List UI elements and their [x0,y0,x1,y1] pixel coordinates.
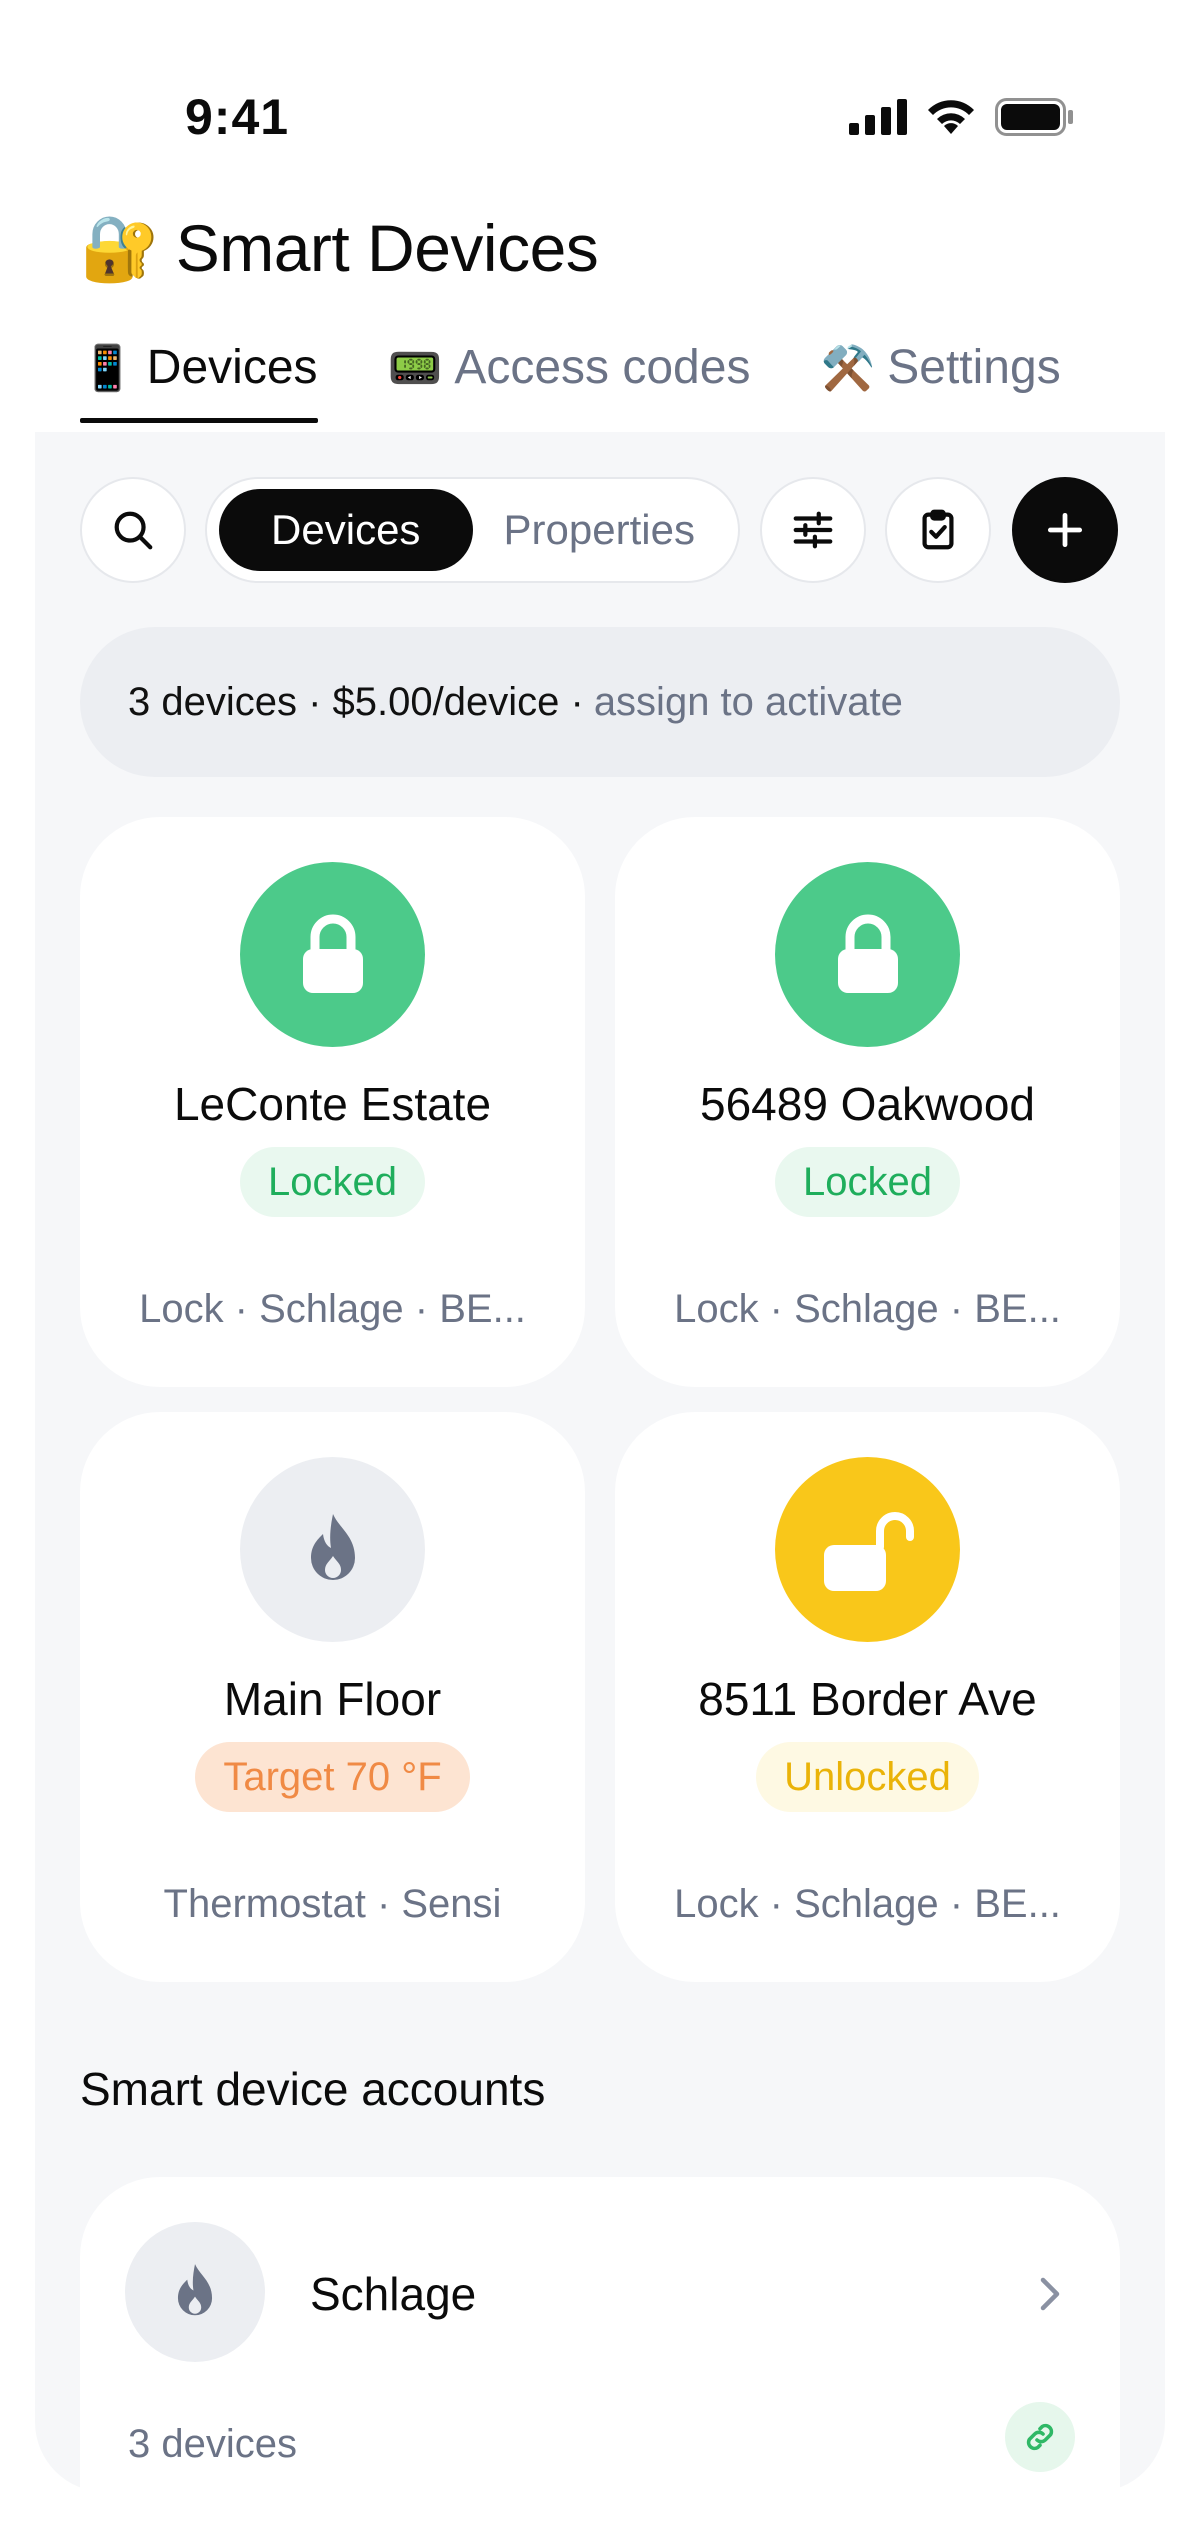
device-card[interactable]: LeConte Estate Locked Lock · Schlage · B… [80,817,585,1387]
segment-devices[interactable]: Devices [219,489,473,571]
mobile-phone-icon: 📱 [80,343,135,393]
toolbar: Devices Properties [80,477,1120,587]
device-meta: Lock · Schlage · BE... [674,1287,1061,1331]
account-logo [125,2222,265,2362]
device-card[interactable]: 8511 Border Ave Unlocked Lock · Schlage … [615,1412,1120,1982]
segment-properties[interactable]: Properties [473,489,727,571]
lock-icon [302,914,363,993]
unlock-icon [823,1511,914,1591]
device-name: Main Floor [223,1673,442,1725]
device-status-circle [240,862,425,1047]
billing-summary: 3 devices · $5.00/device · [128,679,584,724]
account-name: Schlage [310,2268,477,2320]
billing-info-banner: 3 devices · $5.00/device · assign to act… [80,627,1120,777]
device-name: LeConte Estate [173,1078,492,1130]
chevron-right-icon [1030,2269,1070,2319]
account-card[interactable]: Schlage 3 devices [80,2177,1120,2497]
add-device-button[interactable] [1012,477,1118,583]
pager-icon: 📟 [387,343,443,393]
status-icons [849,98,1075,136]
plus-icon [1047,512,1083,548]
account-device-count: 3 devices [128,2422,297,2466]
tab-access-codes[interactable]: 📟 Access codes [388,340,751,423]
wifi-icon [928,100,974,134]
linked-button[interactable] [1005,2402,1075,2472]
status-badge: Locked [240,1147,425,1217]
flame-icon [177,2264,213,2316]
hammer-pick-icon: ⚒️ [820,343,876,393]
device-meta: Lock · Schlage · BE... [139,1287,526,1331]
cellular-signal-icon [849,99,907,135]
status-time: 9:41 [185,89,290,145]
billing-hint: assign to activate [593,679,903,724]
lock-icon [837,914,898,993]
tab-label: Access codes [454,341,751,394]
search-icon [114,511,153,550]
status-badge: Unlocked [756,1742,979,1812]
tab-bar: 📱 Devices 📟 Access codes ⚒️ Settings [80,340,1120,432]
device-name: 56489 Oakwood [699,1078,1036,1130]
device-meta: Thermostat · Sensi [163,1882,502,1926]
lock-key-icon: 🔐 [80,212,160,284]
tab-label: Settings [887,341,1061,394]
device-meta: Lock · Schlage · BE... [674,1882,1061,1926]
view-segmented-control: Devices Properties [205,477,740,583]
clipboard-check-icon [922,509,954,550]
page-title: Smart Devices [175,211,599,285]
tab-devices[interactable]: 📱 Devices [80,340,318,423]
section-title-accounts: Smart device accounts [80,2063,546,2115]
link-icon [1026,2423,1054,2451]
tab-settings[interactable]: ⚒️ Settings [820,340,1060,423]
devices-panel: Devices Properties 3 devices · $5.00/dev… [35,432,1165,2497]
status-bar: 9:41 [0,0,1200,170]
page-header: 🔐 Smart Devices [80,210,599,286]
search-button[interactable] [80,477,186,583]
device-card[interactable]: Main Floor Target 70 °F Thermostat · Sen… [80,1412,585,1982]
status-badge: Target 70 °F [195,1742,470,1812]
filter-button[interactable] [760,477,866,583]
flame-icon [310,1513,355,1580]
device-status-circle [775,1457,960,1642]
device-status-circle [240,1457,425,1642]
device-name: 8511 Border Ave [698,1673,1037,1725]
status-badge: Locked [775,1147,960,1217]
clipboard-button[interactable] [885,477,991,583]
device-status-circle [775,862,960,1047]
filter-sliders-icon [793,511,833,549]
tab-label: Devices [146,341,318,394]
battery-icon [995,98,1073,136]
device-card[interactable]: 56489 Oakwood Locked Lock · Schlage · BE… [615,817,1120,1387]
